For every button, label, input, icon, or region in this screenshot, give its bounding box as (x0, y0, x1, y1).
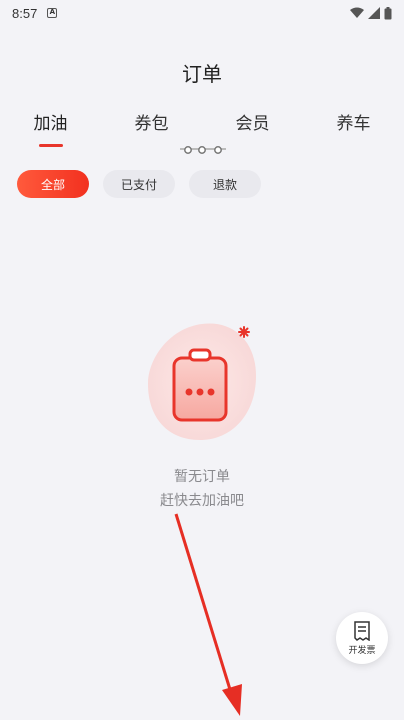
empty-state-title: 暂无订单 (174, 469, 230, 485)
filter-refund-chip[interactable]: 退款 (189, 170, 261, 198)
status-time: 8:57 (12, 5, 38, 21)
annotation-arrow-icon (174, 513, 242, 716)
filter-paid-chip[interactable]: 已支付 (103, 170, 175, 198)
empty-orders-illustration (148, 323, 256, 440)
tab-active-indicator (38, 144, 63, 147)
status-icons (350, 6, 392, 20)
invoice-button[interactable]: 开发票 (336, 612, 388, 664)
order-filter-group: 全部 已支付 退款 (17, 170, 261, 198)
tab-bar: 加油 券包 会员 养车 (0, 106, 404, 147)
tab-fuel[interactable]: 加油 (0, 106, 101, 147)
tab-label: 会员 (235, 114, 270, 134)
receipt-icon (354, 620, 370, 641)
car-decoration-icon (180, 146, 226, 154)
tab-car-care[interactable]: 养车 (303, 106, 404, 146)
filter-all-chip[interactable]: 全部 (17, 170, 89, 198)
tab-membership[interactable]: 会员 (202, 106, 303, 146)
notification-icon: A (47, 8, 58, 18)
page-title: 订单 (182, 62, 222, 86)
tab-label: 养车 (336, 114, 371, 134)
battery-icon (384, 6, 392, 19)
status-bar: 8:57 A (0, 0, 404, 26)
signal-icon (368, 7, 380, 19)
tab-coupons[interactable]: 券包 (101, 106, 202, 146)
invoice-label: 开发票 (348, 645, 376, 656)
tab-label: 券包 (134, 114, 169, 134)
empty-state-subtitle: 赶快去加油吧 (160, 493, 244, 509)
wifi-icon (350, 7, 364, 18)
tab-label: 加油 (33, 114, 68, 134)
